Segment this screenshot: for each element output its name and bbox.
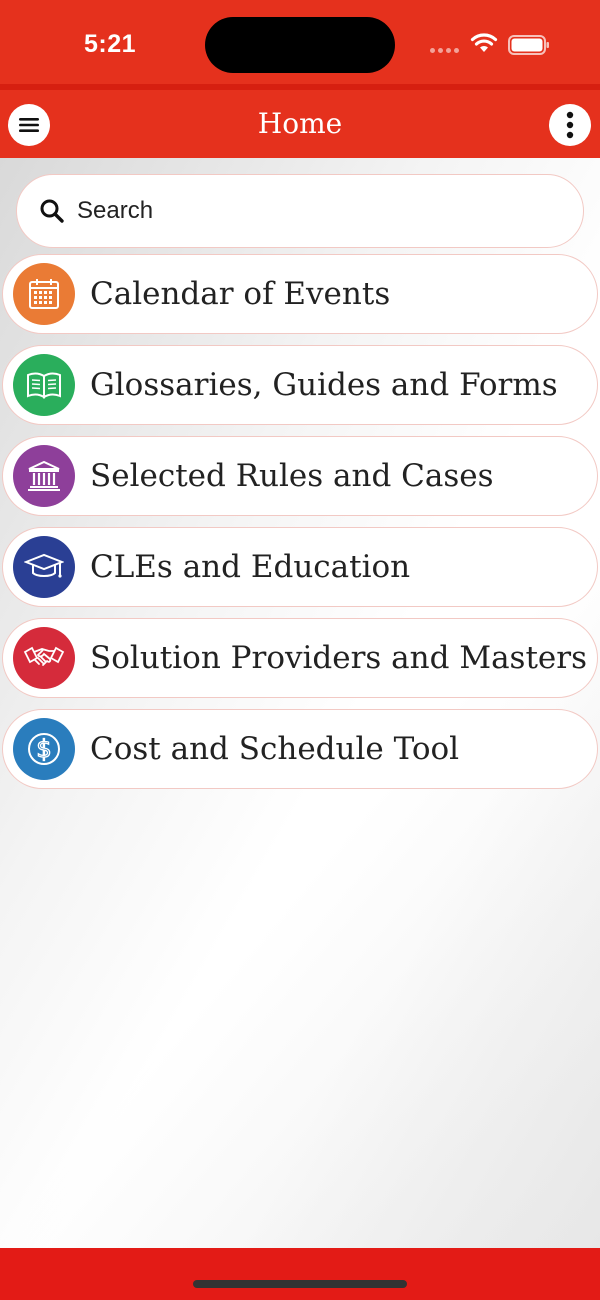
- handshake-icon: [13, 627, 75, 689]
- menu-item-label: CLEs and Education: [90, 549, 411, 585]
- graduation-cap-icon: [13, 536, 75, 598]
- dynamic-island: [205, 17, 395, 73]
- vertical-ellipsis-icon: [566, 111, 574, 139]
- menu-item-label: Cost and Schedule Tool: [90, 731, 460, 767]
- status-bar: 5:21: [0, 0, 600, 84]
- more-options-button[interactable]: [549, 104, 591, 146]
- menu-item-label: Solution Providers and Masters: [90, 640, 587, 676]
- menu-item-selected-rules-cases[interactable]: Selected Rules and Cases: [2, 436, 598, 516]
- battery-icon: [508, 35, 549, 55]
- bottom-bar: [0, 1248, 600, 1300]
- dollar-icon: $: [13, 718, 75, 780]
- courthouse-icon: [13, 445, 75, 507]
- calendar-icon: [13, 263, 75, 325]
- home-content: Calendar of Events Glossaries, Guides an…: [0, 158, 600, 1248]
- search-icon: [40, 199, 64, 223]
- wifi-icon: [470, 33, 498, 52]
- menu-item-solution-providers-masters[interactable]: Solution Providers and Masters: [2, 618, 598, 698]
- cellular-signal-icon: [430, 48, 459, 53]
- status-time: 5:21: [84, 30, 137, 58]
- menu-item-cles-education[interactable]: CLEs and Education: [2, 527, 598, 607]
- search-input[interactable]: [77, 197, 517, 225]
- home-indicator[interactable]: [193, 1280, 407, 1288]
- menu-item-calendar-of-events[interactable]: Calendar of Events: [2, 254, 598, 334]
- nav-bar: Home: [0, 90, 600, 158]
- menu-item-cost-schedule-tool[interactable]: $ Cost and Schedule Tool: [2, 709, 598, 789]
- search-bar[interactable]: [16, 174, 584, 248]
- menu-item-label: Glossaries, Guides and Forms: [90, 367, 558, 403]
- svg-text:$: $: [36, 735, 51, 763]
- menu-item-glossaries-guides-forms[interactable]: Glossaries, Guides and Forms: [2, 345, 598, 425]
- book-icon: [13, 354, 75, 416]
- page-title: Home: [257, 107, 343, 140]
- menu-item-label: Calendar of Events: [90, 276, 391, 312]
- menu-item-label: Selected Rules and Cases: [90, 458, 494, 494]
